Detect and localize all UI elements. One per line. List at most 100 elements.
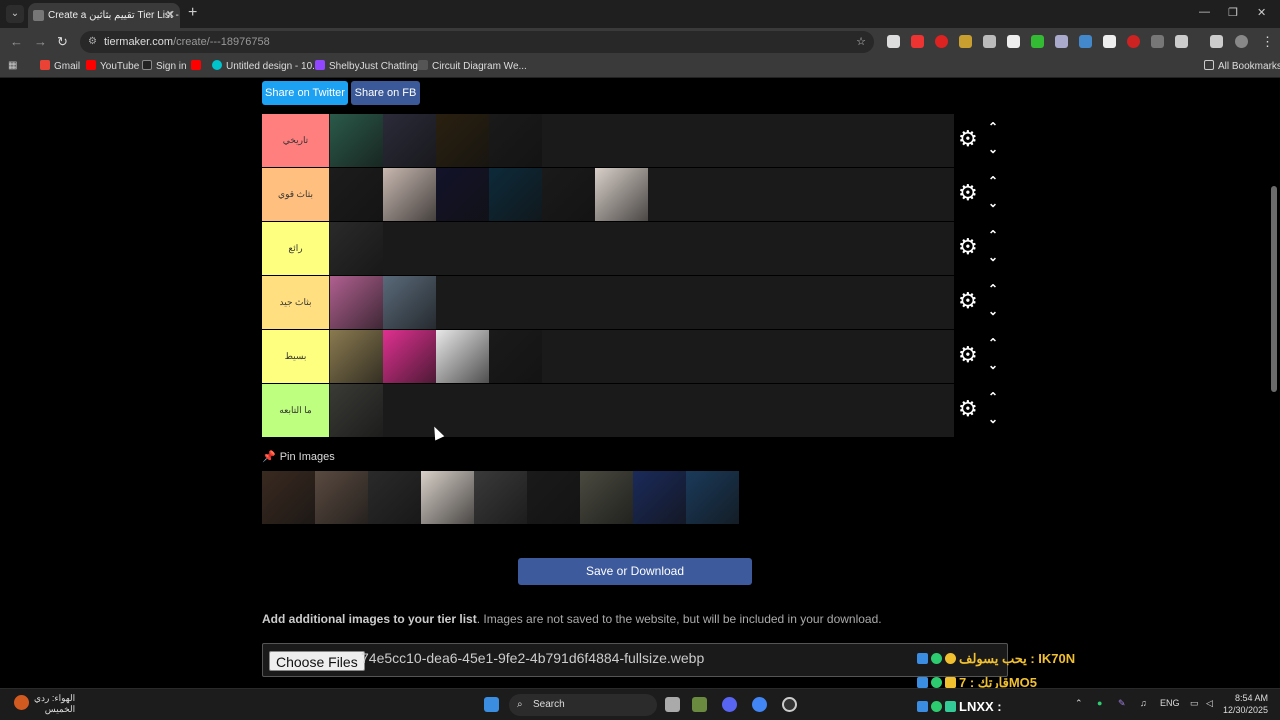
tier-label[interactable]: رائع — [262, 222, 329, 275]
tier-image-tile[interactable] — [330, 222, 383, 275]
tier-image-tile[interactable] — [489, 168, 542, 221]
extension-icon[interactable] — [983, 35, 996, 48]
chevron-up-icon[interactable]: ⌃ — [988, 282, 998, 296]
bookmark-youtube[interactable]: YouTube — [86, 60, 139, 72]
close-window-icon[interactable]: ✕ — [1257, 6, 1266, 19]
chevron-up-icon[interactable]: ⌃ — [988, 336, 998, 350]
weather-icon[interactable] — [14, 695, 29, 710]
bookmark-star-icon[interactable]: ☆ — [856, 31, 866, 53]
reload-icon[interactable]: ↻ — [57, 34, 68, 50]
all-bookmarks[interactable]: All Bookmarks — [1204, 60, 1280, 72]
tier-image-tile[interactable] — [383, 330, 436, 383]
chevron-down-icon[interactable]: ⌄ — [988, 412, 998, 426]
extension-icon[interactable] — [887, 35, 900, 48]
back-icon[interactable]: ← — [10, 34, 23, 49]
extensions-puzzle-icon[interactable] — [1175, 35, 1188, 48]
chevron-down-icon[interactable]: ⌄ — [988, 250, 998, 264]
download-icon[interactable] — [1210, 35, 1223, 48]
bookmark-twitch[interactable]: ShelbyJust Chatting... — [315, 60, 426, 72]
save-download-button[interactable]: Save or Download — [518, 558, 752, 585]
pin-image-tile[interactable] — [686, 471, 739, 524]
restore-icon[interactable]: ❐ — [1228, 6, 1238, 19]
forward-icon[interactable]: → — [34, 34, 47, 49]
bookmark-canva[interactable]: Untitled design - 10... — [212, 60, 321, 72]
chevron-down-icon[interactable]: ⌄ — [988, 304, 998, 318]
tier-label[interactable]: بثاث قوي — [262, 168, 329, 221]
tier-image-tile[interactable] — [330, 114, 383, 167]
chevron-up-icon[interactable]: ⌃ — [988, 174, 998, 188]
extension-icon[interactable] — [935, 35, 948, 48]
extension-icon[interactable] — [911, 35, 924, 48]
gear-icon[interactable]: ⚙ — [958, 396, 978, 422]
extension-icon[interactable] — [1031, 35, 1044, 48]
pin-image-tile[interactable] — [527, 471, 580, 524]
chrome-icon[interactable] — [752, 697, 767, 712]
tier-label[interactable]: تاريخي — [262, 114, 329, 167]
tier-image-tile[interactable] — [330, 168, 383, 221]
browser-menu-icon[interactable]: ⋮ — [1261, 34, 1274, 50]
tier-image-tile[interactable] — [595, 168, 648, 221]
tier-image-tile[interactable] — [330, 276, 383, 329]
new-tab-button[interactable]: + — [188, 4, 197, 22]
pin-image-tile[interactable] — [580, 471, 633, 524]
extension-icon[interactable] — [959, 35, 972, 48]
tier-image-tile[interactable] — [489, 330, 542, 383]
tier-image-tile[interactable] — [383, 276, 436, 329]
windows-start-icon[interactable] — [484, 697, 499, 712]
pin-image-tile[interactable] — [421, 471, 474, 524]
app-icon[interactable] — [782, 697, 797, 712]
tier-label[interactable]: بسيط — [262, 330, 329, 383]
extension-icon[interactable] — [1151, 35, 1164, 48]
scrollbar-thumb[interactable] — [1271, 186, 1277, 392]
extension-icon[interactable] — [1103, 35, 1116, 48]
pin-image-tile[interactable] — [633, 471, 686, 524]
chevron-up-icon[interactable]: ⌃ — [988, 228, 998, 242]
extension-icon[interactable] — [1007, 35, 1020, 48]
tier-label[interactable]: بثاث جيد — [262, 276, 329, 329]
page-scrollbar[interactable] — [1270, 82, 1278, 682]
tier-image-tile[interactable] — [436, 168, 489, 221]
share-twitter-button[interactable]: Share on Twitter — [262, 81, 348, 105]
tier-image-tile[interactable] — [330, 330, 383, 383]
close-tab-icon[interactable]: ✕ — [166, 3, 175, 28]
gear-icon[interactable]: ⚙ — [958, 342, 978, 368]
bookmark-circuit[interactable]: Circuit Diagram We... — [418, 60, 527, 72]
bookmark-gmail[interactable]: Gmail — [40, 60, 80, 72]
task-view-icon[interactable] — [665, 697, 680, 712]
site-info-icon[interactable]: ⚙ — [88, 31, 97, 53]
tier-image-tile[interactable] — [383, 168, 436, 221]
tier-label[interactable]: ما التابعه — [262, 384, 329, 437]
bookmark-signin[interactable]: Sign in — [142, 60, 187, 72]
weather-widget[interactable]: الهواء: ردي الخميس — [34, 693, 75, 715]
pin-image-tile[interactable] — [474, 471, 527, 524]
tier-image-tile[interactable] — [542, 168, 595, 221]
chevron-down-icon[interactable]: ⌄ — [988, 358, 998, 372]
extension-icon[interactable] — [1079, 35, 1092, 48]
extension-icon[interactable] — [1127, 35, 1140, 48]
pin-image-tile[interactable] — [262, 471, 315, 524]
tier-image-tile[interactable] — [436, 330, 489, 383]
gear-icon[interactable]: ⚙ — [958, 126, 978, 152]
profile-avatar[interactable] — [1235, 35, 1248, 48]
tier-image-tile[interactable] — [436, 114, 489, 167]
chevron-down-icon[interactable]: ⌄ — [988, 142, 998, 156]
tab-search-button[interactable]: ⌄ — [6, 5, 24, 23]
tab-active[interactable]: Create a تقييم بثاثين Tier List - T ✕ — [28, 3, 180, 28]
share-fb-button[interactable]: Share on FB — [351, 81, 420, 105]
tier-image-tile[interactable] — [383, 114, 436, 167]
apps-grid-icon[interactable]: ▦ — [8, 60, 17, 71]
chevron-up-icon[interactable]: ⌃ — [988, 390, 998, 404]
bookmark-youtube-2[interactable] — [191, 60, 205, 72]
extension-icon[interactable] — [1055, 35, 1068, 48]
chevron-down-icon[interactable]: ⌄ — [988, 196, 998, 210]
app-icon[interactable] — [692, 697, 707, 712]
gear-icon[interactable]: ⚙ — [958, 234, 978, 260]
tier-image-tile[interactable] — [330, 384, 383, 437]
gear-icon[interactable]: ⚙ — [958, 180, 978, 206]
pin-image-tile[interactable] — [315, 471, 368, 524]
minimize-icon[interactable]: — — [1199, 6, 1210, 18]
pin-image-tile[interactable] — [368, 471, 421, 524]
taskbar-search[interactable]: ⌕ Search — [509, 694, 657, 716]
discord-icon[interactable] — [722, 697, 737, 712]
address-bar[interactable]: ⚙ tiermaker.com/create/---18976758 ☆ — [80, 31, 874, 53]
